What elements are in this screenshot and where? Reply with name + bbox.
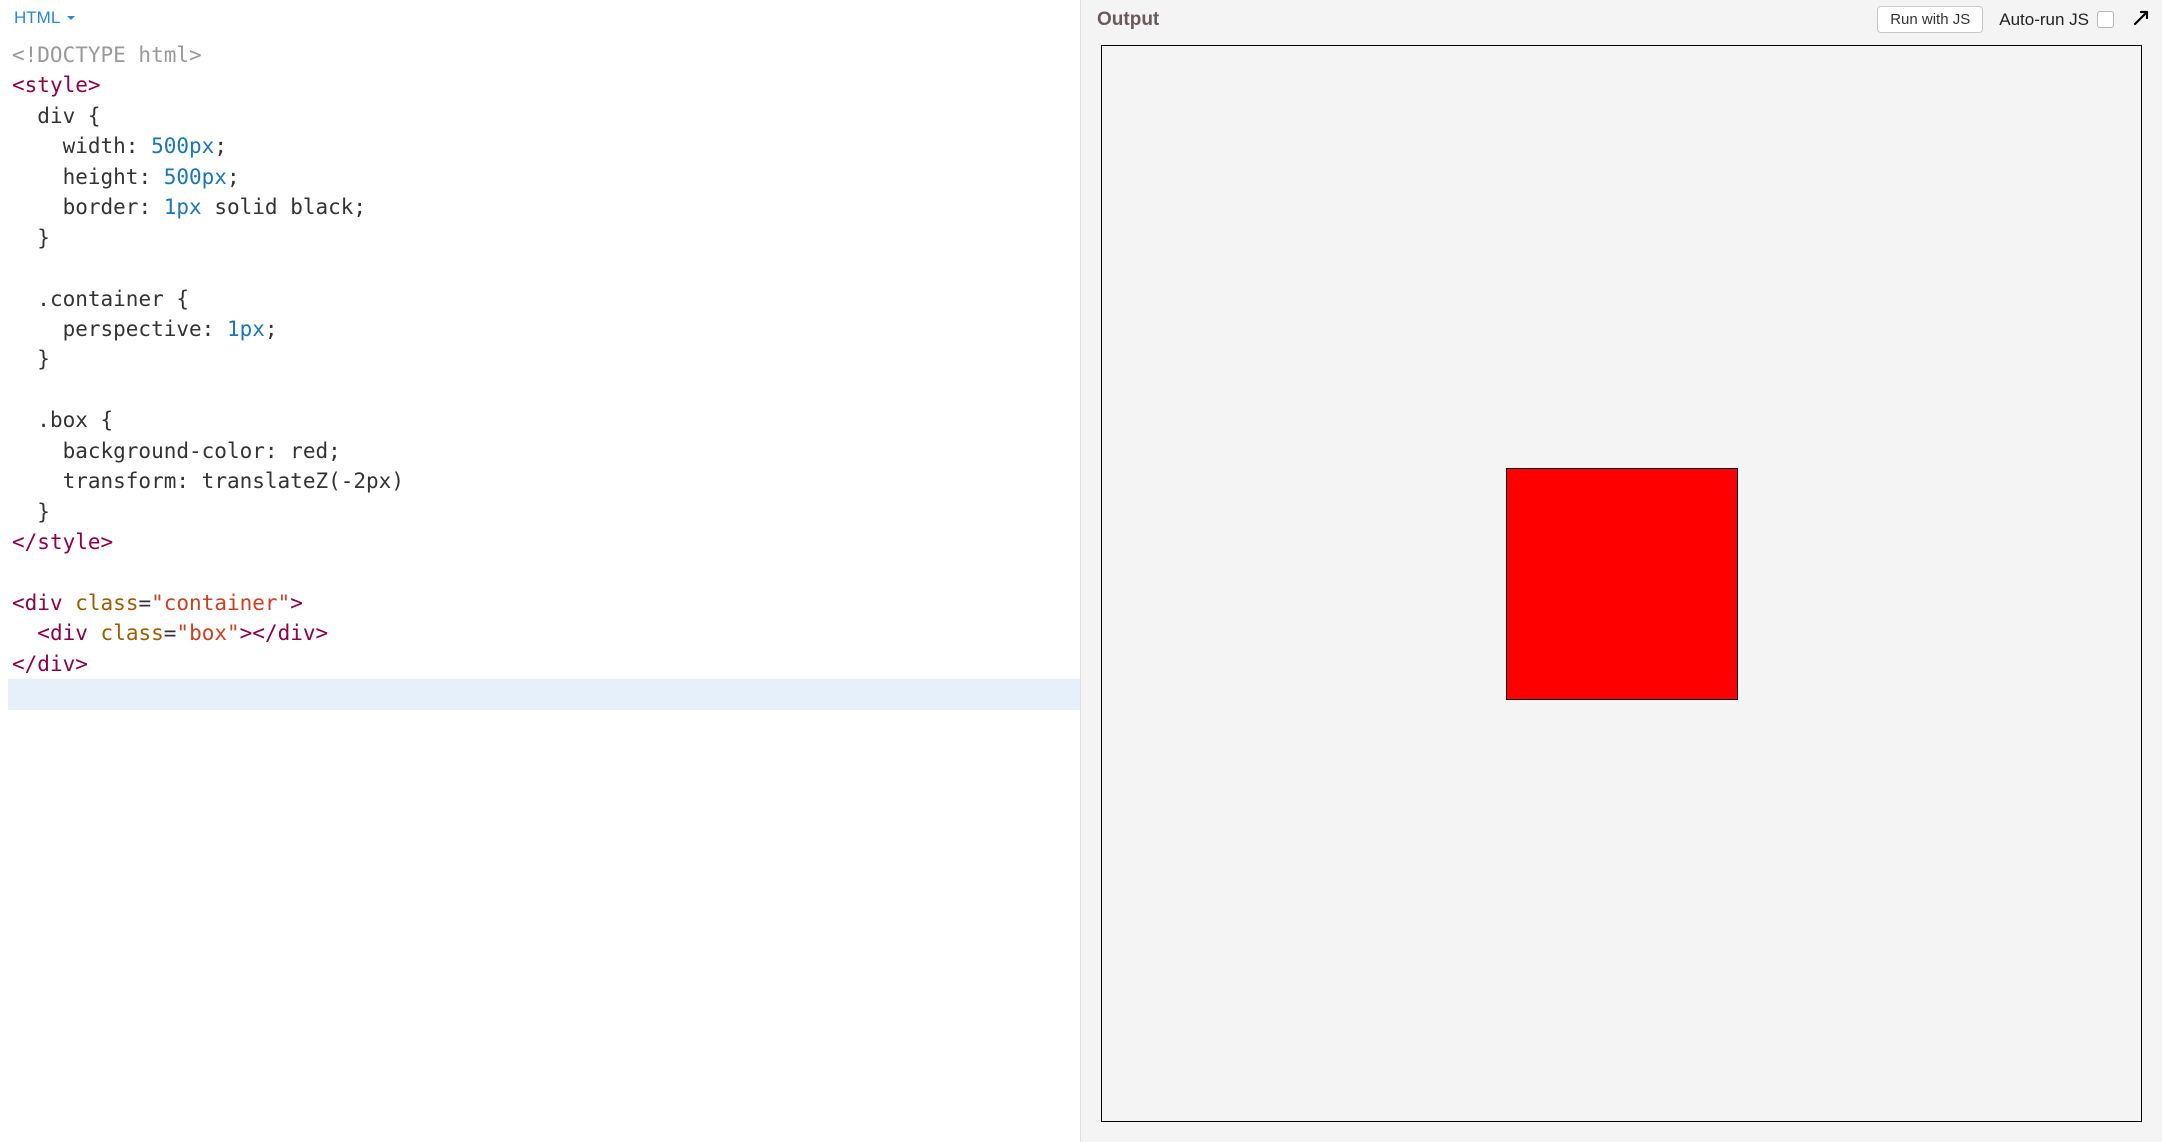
code-line: } <box>8 497 1080 527</box>
code-line: <div class="box"></div> <box>8 618 1080 648</box>
autorun-label: Auto-run JS <box>1999 10 2089 30</box>
editor-pane: HTML <!DOCTYPE html><style> div { width:… <box>0 0 1081 1142</box>
code-line: </style> <box>8 527 1080 557</box>
code-editor[interactable]: <!DOCTYPE html><style> div { width: 500p… <box>0 34 1080 1142</box>
code-line: width: 500px; <box>8 131 1080 161</box>
code-line: <!DOCTYPE html> <box>8 40 1080 70</box>
output-controls: Run with JS Auto-run JS <box>1877 6 2152 33</box>
chevron-down-icon <box>66 8 76 28</box>
code-line: background-color: red; <box>8 436 1080 466</box>
code-line: <style> <box>8 70 1080 100</box>
code-line: height: 500px; <box>8 162 1080 192</box>
code-line: .box { <box>8 405 1080 435</box>
code-line: div { <box>8 101 1080 131</box>
code-line: perspective: 1px; <box>8 314 1080 344</box>
code-line: border: 1px solid black; <box>8 192 1080 222</box>
code-line: </div> <box>8 649 1080 679</box>
output-preview-frame <box>1101 45 2142 1122</box>
preview-stage <box>1102 46 2141 1121</box>
app-root: HTML <!DOCTYPE html><style> div { width:… <box>0 0 2162 1142</box>
code-line <box>8 679 1080 709</box>
language-selector-label: HTML <box>14 8 60 28</box>
output-label: Output <box>1091 9 1159 31</box>
preview-red-box <box>1506 468 1738 700</box>
code-line: transform: translateZ(-2px) <box>8 466 1080 496</box>
code-line: <div class="container"> <box>8 588 1080 618</box>
code-line <box>8 557 1080 587</box>
code-line: .container { <box>8 284 1080 314</box>
code-line <box>8 253 1080 283</box>
run-with-js-button[interactable]: Run with JS <box>1877 6 1983 33</box>
code-line: } <box>8 344 1080 374</box>
expand-icon[interactable] <box>2130 7 2152 32</box>
editor-header: HTML <box>0 0 1080 34</box>
output-pane: Output Run with JS Auto-run JS <box>1081 0 2162 1142</box>
code-line: } <box>8 223 1080 253</box>
language-selector[interactable]: HTML <box>10 6 80 30</box>
output-header: Output Run with JS Auto-run JS <box>1081 0 2162 39</box>
autorun-toggle[interactable]: Auto-run JS <box>1999 10 2114 30</box>
autorun-checkbox[interactable] <box>2097 11 2114 28</box>
code-line <box>8 375 1080 405</box>
